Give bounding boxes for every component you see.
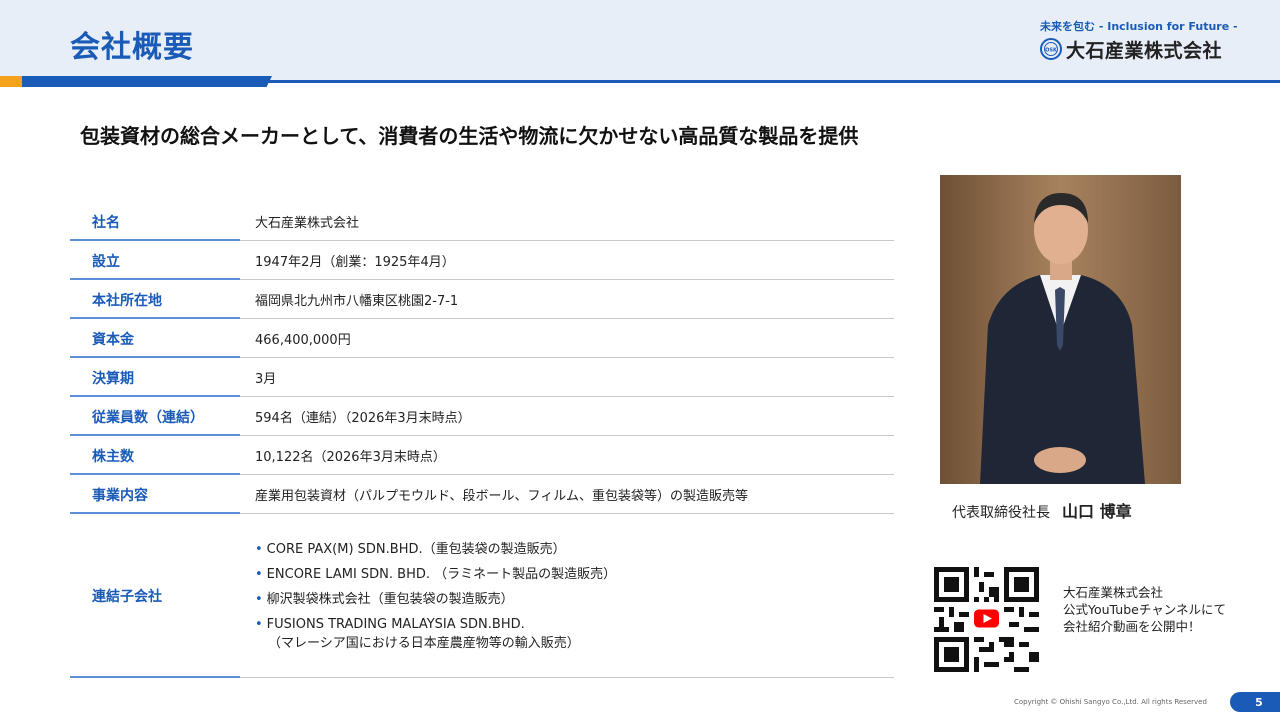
subsidiary-name: ENCORE LAMI SDN. BHD. （ラミネート製品の製造販売） <box>266 566 617 582</box>
company-logo: 未来を包む - Inclusion for Future - OSK 大石産業株… <box>1040 16 1238 64</box>
company-emblem-icon: OSK <box>1040 38 1062 60</box>
table-row: 事業内容 産業用包装資材（パルプモウルド、段ボール、フィルム、重包装袋等）の製造… <box>70 475 894 514</box>
list-item: • CORE PAX(M) SDN.BHD.（重包装袋の製造販売） <box>255 537 894 562</box>
table-row-subsidiaries: 連結子会社 • CORE PAX(M) SDN.BHD.（重包装袋の製造販売） •… <box>70 514 894 678</box>
bullet: • <box>255 541 263 557</box>
subsidiary-list: • CORE PAX(M) SDN.BHD.（重包装袋の製造販売） • ENCORE… <box>255 537 894 656</box>
row-label: 事業内容 <box>70 475 240 514</box>
row-value: • CORE PAX(M) SDN.BHD.（重包装袋の製造販売） • ENCORE… <box>240 537 894 656</box>
bullet: • <box>255 616 263 632</box>
row-label: 株主数 <box>70 436 240 475</box>
youtube-promo-text: 大石産業株式会社 公式YouTubeチャンネルにて 会社紹介動画を公開中！ <box>1063 584 1226 635</box>
table-row: 本社所在地 福岡県北九州市八幡東区桃園2-7-1 <box>70 280 894 319</box>
table-row: 設立 1947年2月（創業：1925年4月） <box>70 241 894 280</box>
copyright-text: Copyright © Ohishi Sangyo Co.,Ltd. All r… <box>1014 698 1207 706</box>
list-item: • 柳沢製袋株式会社（重包装袋の製造販売） <box>255 587 894 612</box>
row-label: 決算期 <box>70 358 240 397</box>
bullet: • <box>255 591 263 607</box>
table-row: 資本金 466,400,000円 <box>70 319 894 358</box>
president-title: 代表取締役社長 <box>952 505 1050 521</box>
row-label: 社名 <box>70 202 240 241</box>
logo-tagline: 未来を包む - Inclusion for Future - <box>1040 20 1238 33</box>
subsidiary-name: 柳沢製袋株式会社（重包装袋の製造販売） <box>266 591 514 607</box>
president-photo <box>940 175 1181 484</box>
row-value: 大石産業株式会社 <box>255 216 360 231</box>
list-item-continuation: （マレーシア国における日本産農産物等の輸入販売） <box>268 635 580 651</box>
row-label: 本社所在地 <box>70 280 240 319</box>
header-accent-stripe <box>0 76 272 87</box>
promo-line: 会社紹介動画を公開中！ <box>1063 619 1201 634</box>
bullet: • <box>255 566 263 582</box>
table-row: 従業員数（連結） 594名（連結）（2026年3月末時点） <box>70 397 894 436</box>
row-value: 福岡県北九州市八幡東区桃園2-7-1 <box>255 294 459 309</box>
table-row: 社名 大石産業株式会社 <box>70 202 894 241</box>
row-value: 1947年2月（創業：1925年4月） <box>255 255 455 270</box>
president-portrait-image <box>940 175 1181 484</box>
header-bar: 会社概要 未来を包む - Inclusion for Future - OSK … <box>0 0 1280 82</box>
row-value: 10,122名（2026年3月末時点） <box>255 450 446 465</box>
president-caption: 代表取締役社長 山口 博章 <box>952 498 1132 522</box>
row-label: 連結子会社 <box>70 514 240 678</box>
row-label: 従業員数（連結） <box>70 397 240 436</box>
page-subtitle: 包装資材の総合メーカーとして、消費者の生活や物流に欠かせない高品質な製品を提供 <box>80 124 859 148</box>
promo-line: 大石産業株式会社 <box>1063 585 1164 600</box>
page-title: 会社概要 <box>70 30 194 65</box>
row-label: 設立 <box>70 241 240 280</box>
page-number: 5 <box>1230 692 1280 712</box>
logo-mark-text: OSK <box>1045 48 1058 54</box>
subsidiary-name: CORE PAX(M) SDN.BHD.（重包装袋の製造販売） <box>266 541 566 557</box>
youtube-qr-code[interactable] <box>934 567 1039 672</box>
logo-company-name: 大石産業株式会社 <box>1066 40 1223 62</box>
row-value: 466,400,000円 <box>255 333 351 348</box>
list-item: • ENCORE LAMI SDN. BHD. （ラミネート製品の製造販売） <box>255 562 894 587</box>
promo-line: 公式YouTubeチャンネルにて <box>1063 602 1226 617</box>
row-label: 資本金 <box>70 319 240 358</box>
table-row: 株主数 10,122名（2026年3月末時点） <box>70 436 894 475</box>
subsidiary-name: FUSIONS TRADING MALAYSIA SDN.BHD. <box>266 616 525 632</box>
row-value: 産業用包装資材（パルプモウルド、段ボール、フィルム、重包装袋等）の製造販売等 <box>255 489 748 504</box>
president-name: 山口 博章 <box>1062 502 1132 521</box>
row-value: 594名（連結）（2026年3月末時点） <box>255 411 471 426</box>
row-value: 3月 <box>255 372 277 387</box>
company-info-table: 社名 大石産業株式会社 設立 1947年2月（創業：1925年4月） 本社所在地… <box>70 202 894 678</box>
table-row: 決算期 3月 <box>70 358 894 397</box>
